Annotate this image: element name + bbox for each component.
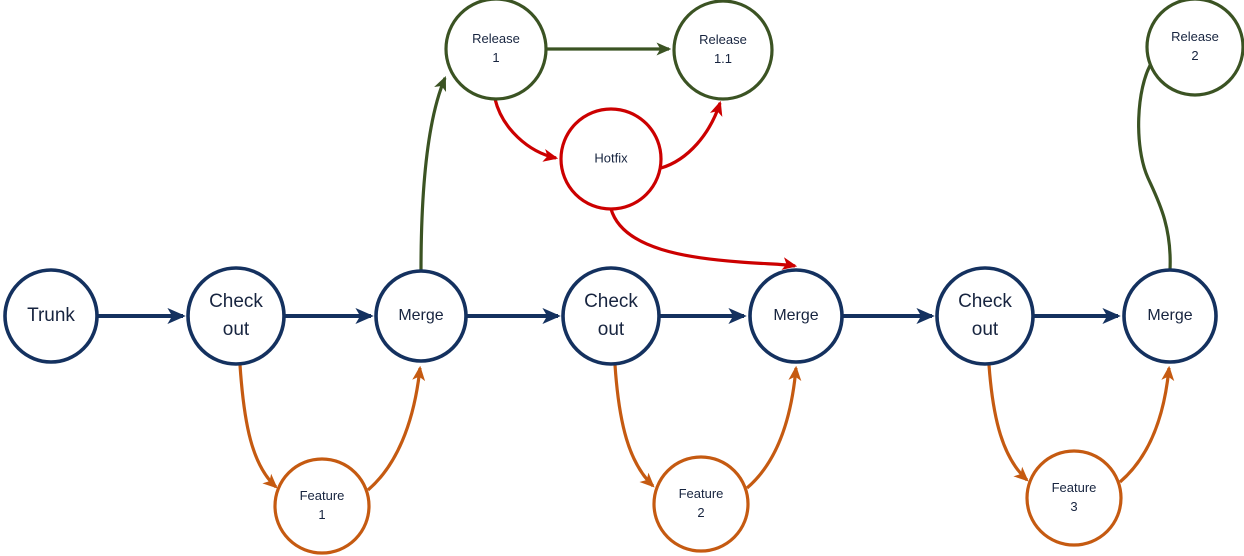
node-label-release1: 1	[492, 50, 499, 65]
node-label-checkout2: out	[598, 319, 625, 340]
node-label-feature1: Feature	[300, 488, 345, 503]
node-release2[interactable]: Release 2	[1145, 0, 1244, 97]
node-release1[interactable]: Release 1	[444, 0, 548, 101]
node-circle-checkout1[interactable]	[186, 266, 286, 366]
node-label-release11: 1.1	[714, 51, 732, 66]
node-circle-checkout2[interactable]	[561, 266, 661, 366]
edge-feature1-to-merge1	[366, 365, 426, 492]
edge-feature2-to-merge2	[745, 365, 802, 490]
edge-checkout3-to-feature3	[987, 364, 1029, 482]
node-label-feature3: 3	[1070, 499, 1077, 514]
node-label-hotfix: Hotfix	[594, 150, 628, 165]
node-label-release2: 2	[1191, 48, 1198, 63]
node-checkout2[interactable]: Check out	[561, 266, 661, 366]
edge-merge1-to-release1	[419, 75, 447, 272]
node-feature1[interactable]: Feature 1	[273, 457, 371, 555]
node-circle-checkout3[interactable]	[935, 266, 1035, 366]
nodes-layer: Trunk Check out Merge Check out Merge Check out M…	[3, 0, 1244, 555]
node-label-merge3: Merge	[1147, 307, 1192, 324]
node-label-feature1: 1	[318, 507, 325, 522]
node-label-merge1: Merge	[398, 307, 443, 324]
node-label-feature2: 2	[697, 505, 704, 520]
node-release11[interactable]: Release 1.1	[672, 0, 774, 101]
node-feature3[interactable]: Feature 3	[1025, 449, 1123, 547]
node-label-checkout3: Check	[958, 291, 1012, 312]
edge-hotfix-to-release11	[660, 100, 723, 170]
node-checkout1[interactable]: Check out	[186, 266, 286, 366]
branching-strategy-diagram: Trunk Check out Merge Check out Merge Check out M…	[3, 0, 1244, 555]
node-merge1[interactable]: Merge	[374, 269, 468, 363]
node-label-checkout1: Check	[209, 291, 263, 312]
node-label-checkout1: out	[223, 319, 250, 340]
edge-hotfix-to-merge2	[609, 208, 798, 270]
node-hotfix[interactable]: Hotfix	[559, 107, 663, 211]
node-label-merge2: Merge	[773, 307, 818, 324]
edge-release1-to-hotfix	[493, 98, 559, 162]
node-checkout3[interactable]: Check out	[935, 266, 1035, 366]
node-label-trunk: Trunk	[27, 305, 75, 326]
node-label-release11: Release	[699, 32, 747, 47]
node-label-release1: Release	[472, 31, 520, 46]
node-merge2[interactable]: Merge	[748, 268, 844, 364]
node-label-release2: Release	[1171, 29, 1219, 44]
node-label-checkout2: Check	[584, 291, 638, 312]
node-trunk[interactable]: Trunk	[3, 268, 99, 364]
node-label-feature3: Feature	[1052, 480, 1097, 495]
edge-checkout2-to-feature2	[613, 364, 655, 488]
node-feature2[interactable]: Feature 2	[652, 455, 750, 553]
node-label-feature2: Feature	[679, 486, 724, 501]
diagram-canvas: Trunk Check out Merge Check out Merge Check out M…	[0, 0, 1244, 556]
edge-checkout1-to-feature1	[238, 364, 278, 489]
node-merge3[interactable]: Merge	[1122, 268, 1218, 364]
edge-feature3-to-merge3	[1118, 365, 1175, 484]
node-label-checkout3: out	[972, 319, 999, 340]
